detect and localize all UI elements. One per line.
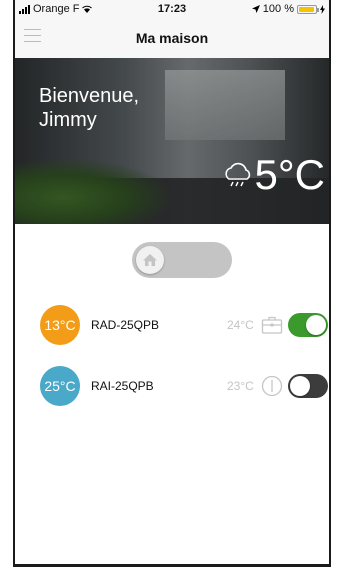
briefcase-icon[interactable] — [260, 313, 284, 337]
device-power-toggle[interactable] — [288, 313, 328, 337]
device-set-temp: 24°C — [227, 318, 254, 332]
welcome-line-1: Bienvenue, — [39, 85, 140, 107]
home-mode-switch[interactable] — [132, 242, 232, 278]
power-icon[interactable] — [260, 374, 284, 398]
phone-frame: Orange F 17:23 100 % Ma maison Bienvenue… — [13, 0, 331, 567]
device-row[interactable]: 25°C RAI-25QPB 23°C — [15, 366, 329, 406]
hero-banner: Bienvenue, Jimmy 5°C — [15, 58, 329, 224]
outside-temperature: 5°C — [254, 151, 326, 198]
device-name: RAD-25QPB — [91, 318, 160, 332]
battery-icon — [297, 4, 319, 14]
device-name: RAI-25QPB — [91, 379, 154, 393]
cloud-rain-icon — [224, 162, 250, 187]
battery-percent: 100 % — [262, 3, 294, 15]
weather-widget: 5°C — [221, 151, 326, 199]
device-current-temp: 25°C — [40, 366, 80, 406]
status-bar: Orange F 17:23 100 % — [15, 0, 329, 18]
status-right: 100 % — [251, 3, 325, 15]
home-icon — [143, 254, 157, 266]
home-mode-knob — [136, 246, 164, 274]
user-name: Jimmy — [39, 109, 97, 131]
device-current-temp: 13°C — [40, 305, 80, 345]
charging-bolt-icon — [320, 4, 325, 14]
page-title: Ma maison — [135, 30, 209, 46]
device-power-toggle[interactable] — [288, 374, 328, 398]
device-set-temp: 23°C — [227, 379, 254, 393]
device-row[interactable]: 13°C RAD-25QPB 24°C — [15, 305, 329, 345]
nav-bar: Ma maison — [15, 18, 329, 59]
location-arrow-icon — [251, 5, 260, 13]
welcome-text: Bienvenue, Jimmy — [39, 84, 139, 132]
hero-shade — [15, 58, 329, 224]
